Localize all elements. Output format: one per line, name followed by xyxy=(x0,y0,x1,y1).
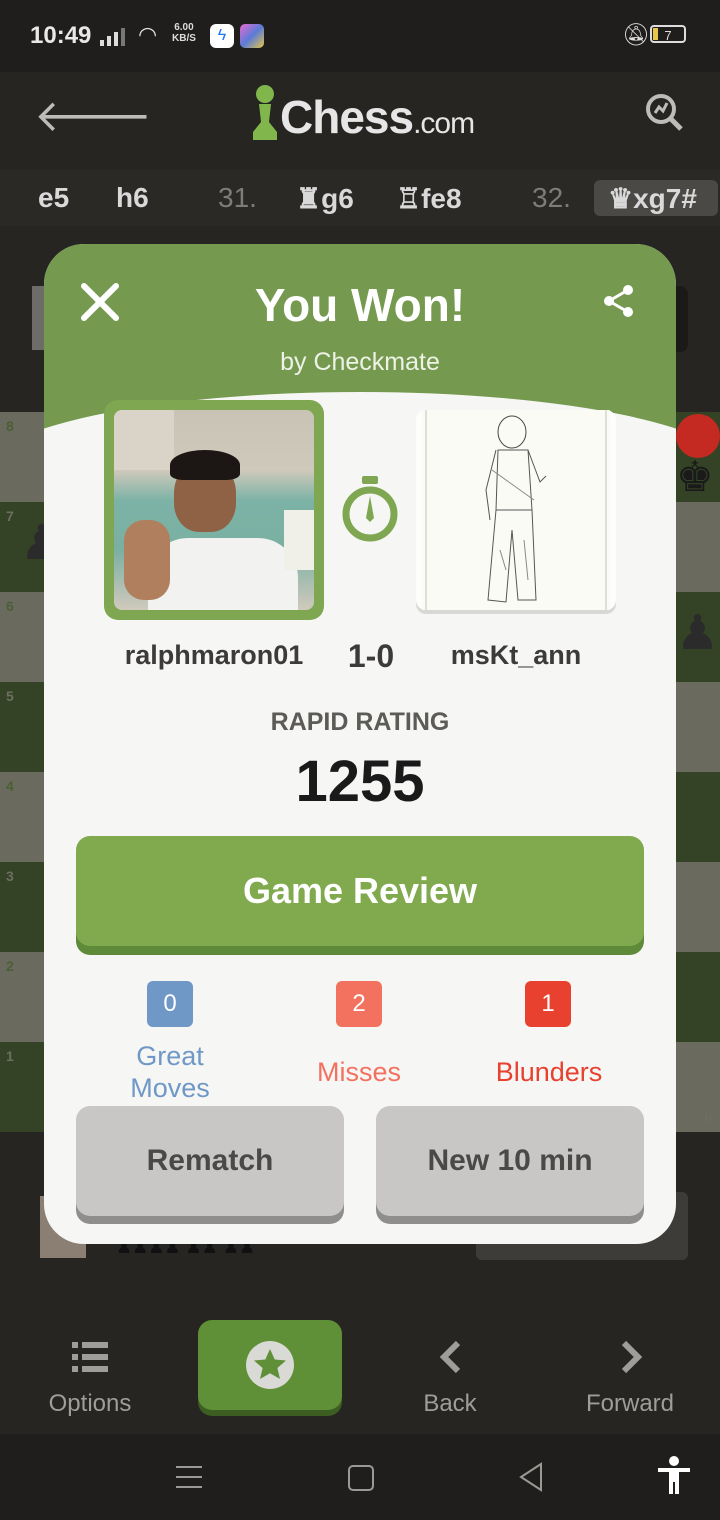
battery-icon: 7 xyxy=(650,25,686,43)
net-speed: 6.00 KB/S xyxy=(172,22,196,44)
wifi-icon: ◠ xyxy=(138,22,158,47)
chess-logo-pawn-icon xyxy=(253,85,277,140)
net-speed-value: 6.00 xyxy=(174,22,194,33)
home-icon[interactable] xyxy=(348,1465,374,1491)
great-moves-label: Great Moves xyxy=(100,1040,240,1104)
player-right-name[interactable]: msKt_ann xyxy=(416,640,616,671)
dialog-subtitle: by Checkmate xyxy=(280,348,440,376)
zoom-icon[interactable] xyxy=(644,92,684,132)
rank-label: 8 xyxy=(6,418,14,434)
move-number: 31. xyxy=(218,182,257,213)
rating-label: RAPID RATING xyxy=(270,708,450,736)
logo-main-text: Chess xyxy=(280,91,414,143)
stopwatch-icon xyxy=(342,476,398,542)
move-number: 32. xyxy=(532,182,571,213)
net-speed-unit: KB/S xyxy=(172,33,196,44)
chess-logo: Chess.com xyxy=(280,90,475,144)
messenger-icon: ϟ xyxy=(210,24,234,48)
back-triangle-icon[interactable] xyxy=(518,1462,544,1492)
checkmate-icon xyxy=(676,414,720,458)
new-game-button[interactable]: New 10 min xyxy=(376,1106,644,1216)
great-moves-label-line2: Moves xyxy=(130,1073,210,1103)
move-item[interactable]: h6 xyxy=(116,182,149,214)
battery-level: 7 xyxy=(664,28,672,43)
blunders-label: Blunders xyxy=(495,1057,603,1087)
game-app-icon xyxy=(240,24,264,48)
player-left-avatar[interactable] xyxy=(114,410,314,610)
signal-icon xyxy=(100,28,125,46)
rating-value: 1255 xyxy=(295,749,425,814)
logo-suffix-text: .com xyxy=(413,107,475,140)
blunders-count[interactable]: 1 xyxy=(525,981,571,1027)
bell-muted-icon: 🔕︎ xyxy=(622,22,650,47)
misses-count[interactable]: 2 xyxy=(336,981,382,1027)
move-item-selected[interactable]: ♛xg7# xyxy=(608,182,697,215)
star-icon xyxy=(246,1341,294,1389)
dialog-title: You Won! xyxy=(254,279,466,331)
rank-label: 2 xyxy=(6,958,14,974)
king-piece-icon: ♚ xyxy=(676,453,714,500)
options-label[interactable]: Options xyxy=(0,1390,180,1418)
great-moves-count[interactable]: 0 xyxy=(147,981,193,1027)
forward-chevron-icon[interactable] xyxy=(618,1340,644,1374)
rank-label: 7 xyxy=(6,508,14,524)
forward-label[interactable]: Forward xyxy=(540,1390,720,1418)
recent-apps-icon[interactable] xyxy=(176,1464,202,1490)
rank-label: 3 xyxy=(6,868,14,884)
back-arrow-icon[interactable]: 🡐 xyxy=(34,88,152,142)
rank-label: 4 xyxy=(6,778,14,794)
misses-label: Misses xyxy=(316,1057,401,1087)
accessibility-icon[interactable] xyxy=(656,1456,692,1496)
options-icon[interactable] xyxy=(72,1340,108,1374)
move-item[interactable]: ♖fe8 xyxy=(396,182,462,215)
rank-label: 6 xyxy=(6,598,14,614)
game-review-button[interactable]: Game Review xyxy=(76,836,644,946)
back-label[interactable]: Back xyxy=(360,1390,540,1418)
move-item[interactable]: e5 xyxy=(38,182,69,214)
player-right-avatar[interactable] xyxy=(416,410,616,610)
great-moves-label-line1: Great xyxy=(136,1041,204,1071)
move-item[interactable]: ♜g6 xyxy=(296,182,354,215)
file-label: h xyxy=(704,1110,713,1126)
game-score: 1-0 xyxy=(347,638,395,674)
pawn-piece-icon: ♟ xyxy=(676,607,720,660)
sketch-avatar-image xyxy=(422,410,610,610)
rank-label: 1 xyxy=(6,1048,14,1064)
player-left-name[interactable]: ralphmaron01 xyxy=(104,640,324,671)
status-time: 10:49 xyxy=(30,22,92,49)
rematch-button[interactable]: Rematch xyxy=(76,1106,344,1216)
back-chevron-icon[interactable] xyxy=(438,1340,464,1374)
rank-label: 5 xyxy=(6,688,14,704)
